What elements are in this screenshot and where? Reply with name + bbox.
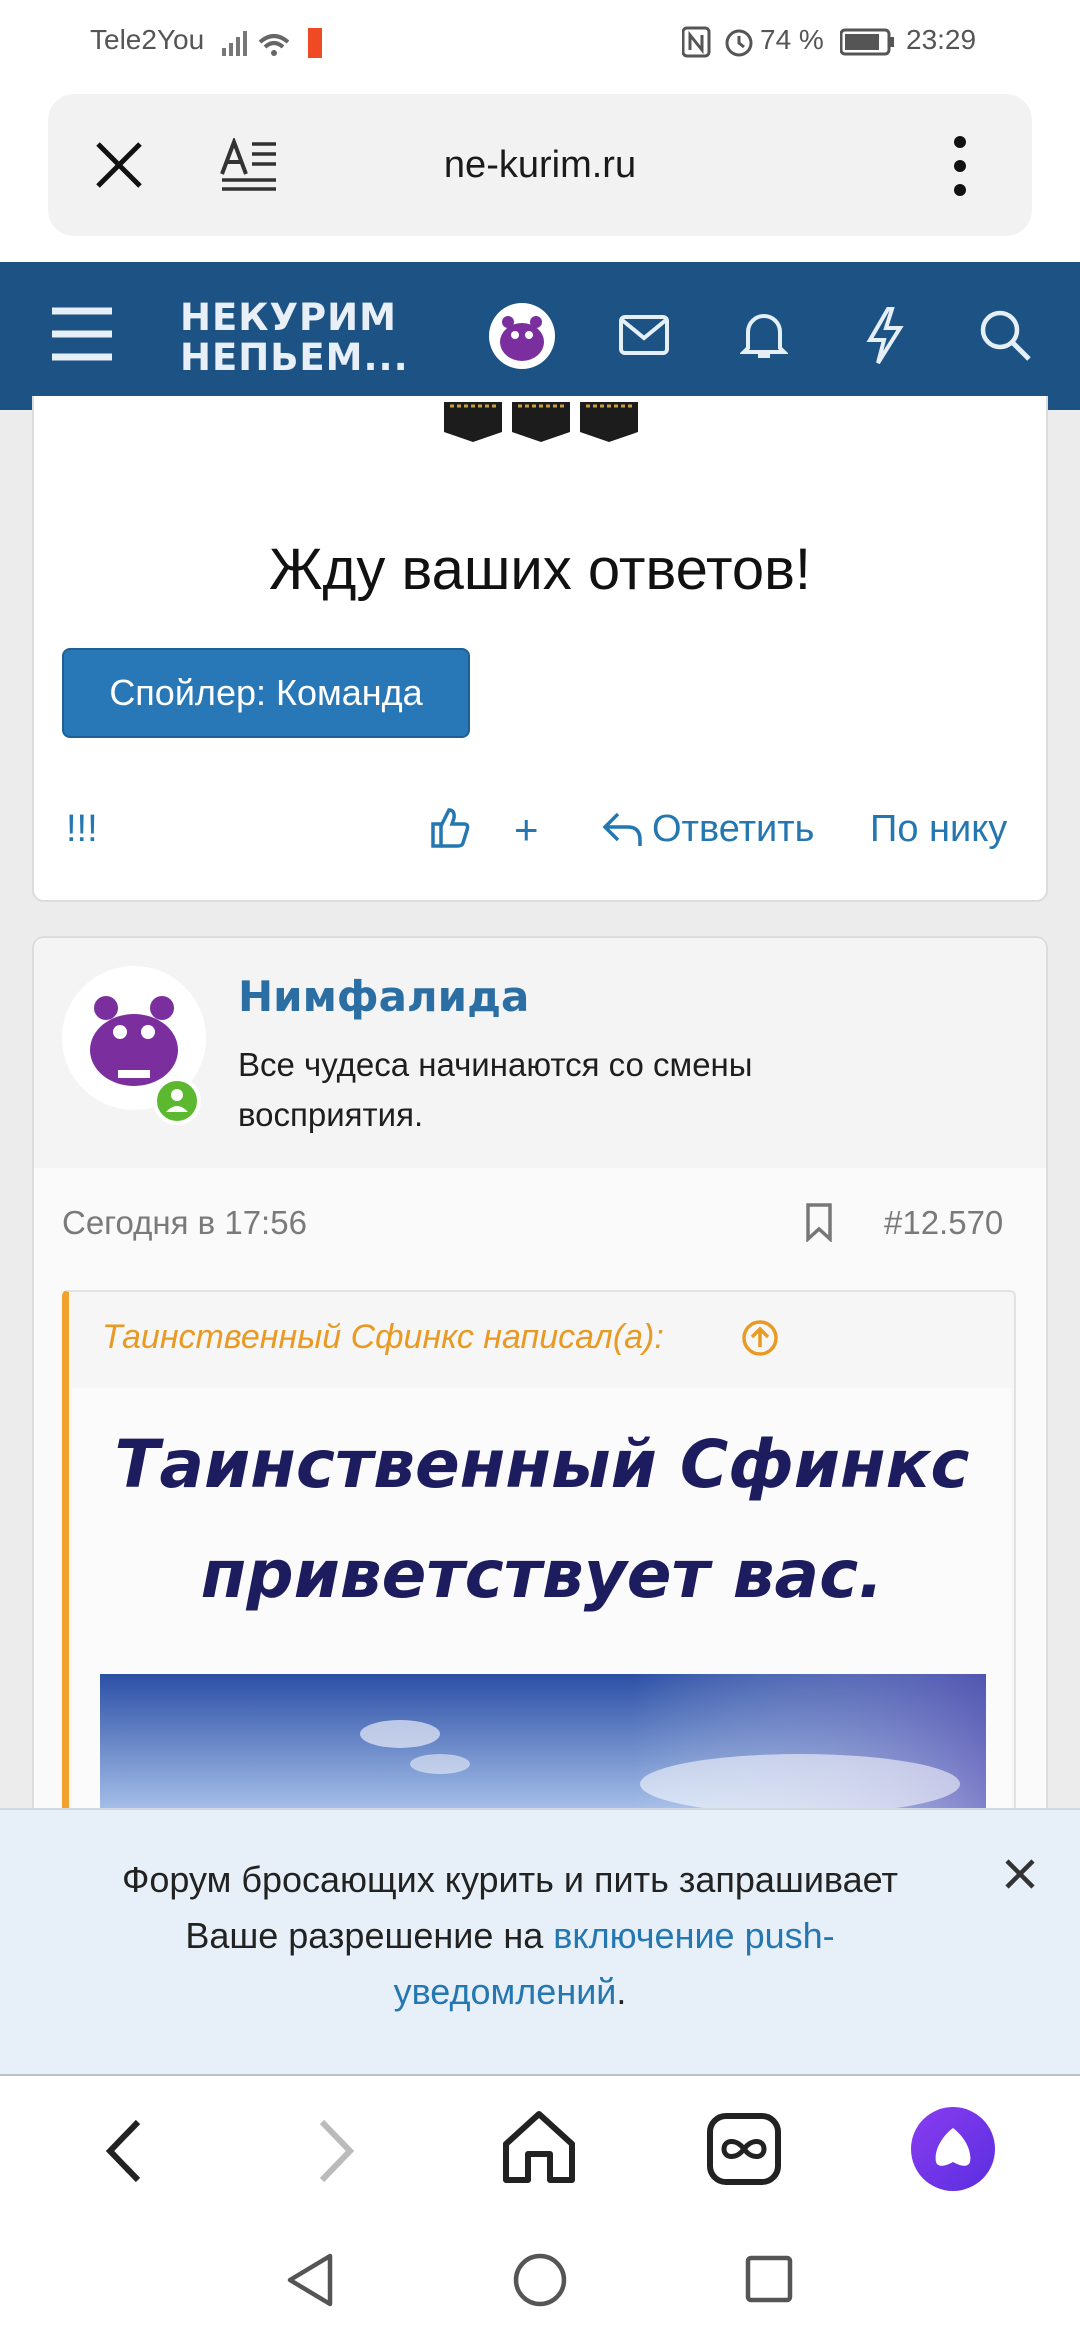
messages-icon[interactable] bbox=[618, 314, 670, 358]
push-link-cont[interactable]: уведомлений bbox=[394, 1971, 617, 2012]
reaction-marks[interactable]: !!! bbox=[66, 808, 98, 851]
push-line-2: Ваше разрешение на включение push- bbox=[60, 1908, 960, 1964]
user-avatar-icon[interactable] bbox=[488, 302, 556, 370]
nav-back-icon[interactable] bbox=[284, 2252, 336, 2308]
author-status-line-2: восприятия. bbox=[238, 1096, 424, 1133]
alice-assistant-icon[interactable] bbox=[910, 2106, 996, 2192]
push-suffix: . bbox=[616, 1971, 627, 2012]
quote-header[interactable]: Таинственный Сфинкс написал(а): bbox=[102, 1318, 664, 1357]
site-header: НЕКУРИМ НЕПЬЕМ... bbox=[0, 262, 1080, 410]
nav-recents-icon[interactable] bbox=[744, 2254, 794, 2304]
menu-icon[interactable] bbox=[50, 306, 114, 362]
reply-button[interactable]: Ответить bbox=[652, 808, 814, 851]
plus-button[interactable]: + bbox=[514, 806, 539, 854]
nav-home-icon[interactable] bbox=[512, 2252, 568, 2308]
reply-icon[interactable] bbox=[602, 810, 642, 848]
post-text: Жду ваших ответов! bbox=[268, 537, 812, 602]
push-permission-banner: Форум бросающих курить и пить запрашивае… bbox=[0, 1808, 1080, 2076]
search-icon[interactable] bbox=[978, 308, 1032, 362]
push-text: Форум бросающих курить и пить запрашивае… bbox=[60, 1852, 960, 2020]
post-number[interactable]: #12.570 bbox=[884, 1204, 1003, 1242]
quote-title-line-2: приветствует вас. bbox=[200, 1536, 884, 1613]
signal-wifi-icons bbox=[222, 28, 322, 58]
bookmark-icon[interactable] bbox=[804, 1202, 834, 1242]
author-name[interactable]: Нимфалида bbox=[238, 972, 529, 1021]
system-nav-bar bbox=[0, 2226, 1080, 2340]
back-icon[interactable] bbox=[104, 2118, 144, 2184]
like-icon[interactable] bbox=[430, 806, 470, 848]
author-status-line-1: Все чудеса начинаются со смены bbox=[238, 1046, 753, 1083]
tabs-icon[interactable] bbox=[706, 2112, 782, 2186]
by-nick-button[interactable]: По нику bbox=[870, 808, 1007, 851]
forward-icon bbox=[319, 2119, 355, 2183]
author-status: Все чудеса начинаются со смены восприяти… bbox=[238, 1040, 753, 1140]
logo-line-2[interactable]: НЕПЬЕМ... bbox=[180, 336, 409, 379]
battery-icon bbox=[840, 28, 894, 56]
clock: 23:29 bbox=[906, 24, 977, 55]
browser-toolbar: ne-kurim.ru bbox=[0, 86, 1080, 262]
post-date[interactable]: Сегодня в 17:56 bbox=[62, 1204, 307, 1242]
arrow-up-circle-icon[interactable] bbox=[740, 1318, 780, 1358]
close-icon[interactable] bbox=[1004, 1858, 1036, 1890]
bell-icon[interactable] bbox=[740, 308, 788, 362]
status-bar: Tele2You 74 % 23:29 bbox=[0, 0, 1080, 86]
lightning-icon[interactable] bbox=[862, 306, 906, 366]
home-icon[interactable] bbox=[500, 2108, 578, 2186]
battery-percent: 74 % bbox=[760, 24, 824, 55]
team-image bbox=[444, 402, 638, 442]
author-avatar[interactable] bbox=[62, 966, 254, 1126]
more-options-icon[interactable] bbox=[952, 134, 968, 198]
push-link[interactable]: включение push- bbox=[553, 1915, 834, 1956]
quote-title: Таинственный Сфинкс приветствует вас. bbox=[72, 1410, 1012, 1630]
quote-title-line-1: Таинственный Сфинкс bbox=[114, 1426, 970, 1503]
address-bar[interactable]: ne-kurim.ru bbox=[48, 94, 1032, 236]
spoiler-button[interactable]: Спойлер: Команда bbox=[62, 648, 470, 738]
carrier-name: Tele2You bbox=[90, 24, 205, 55]
push-prefix: Ваше разрешение на bbox=[185, 1915, 554, 1956]
url-text[interactable]: ne-kurim.ru bbox=[48, 144, 1032, 187]
browser-bottom-bar bbox=[0, 2076, 1080, 2226]
push-line-1: Форум бросающих курить и пить запрашивае… bbox=[122, 1859, 898, 1900]
sky-image bbox=[100, 1674, 986, 1814]
logo-line-1[interactable]: НЕКУРИМ bbox=[180, 296, 397, 339]
push-line-3: уведомлений. bbox=[60, 1964, 960, 2020]
